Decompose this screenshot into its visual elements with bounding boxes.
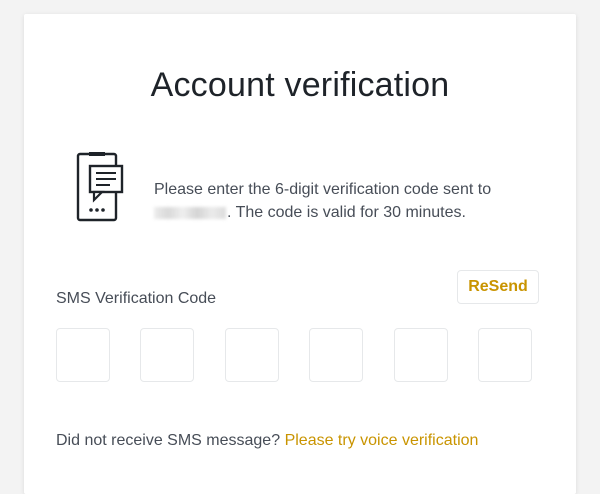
verification-message: Please enter the 6-digit verification co… [154,178,554,224]
phone-message-icon [76,152,126,224]
voice-verification-link[interactable]: Please try voice verification [285,432,479,449]
code-digit-6[interactable] [478,328,532,382]
verification-card: Account verification Please enter the 6-… [24,14,576,494]
message-line-start: Please enter the 6-digit verification co… [154,181,492,198]
page-title: Account verification [150,66,450,104]
code-digit-2[interactable] [140,328,194,382]
code-input-row [56,328,536,384]
code-digit-5[interactable] [394,328,448,382]
code-digit-3[interactable] [225,328,279,382]
resend-button[interactable]: ReSend [457,270,539,304]
message-line-end: . The code is valid for 30 minutes. [227,204,466,221]
sms-code-label: SMS Verification Code [56,290,217,307]
code-digit-1[interactable] [56,328,110,382]
resend-help: Did not receive SMS message? Please try … [56,432,478,450]
masked-phone-number [154,206,226,219]
code-digit-4[interactable] [309,328,363,382]
footer-prompt: Did not receive SMS message? [56,432,281,449]
